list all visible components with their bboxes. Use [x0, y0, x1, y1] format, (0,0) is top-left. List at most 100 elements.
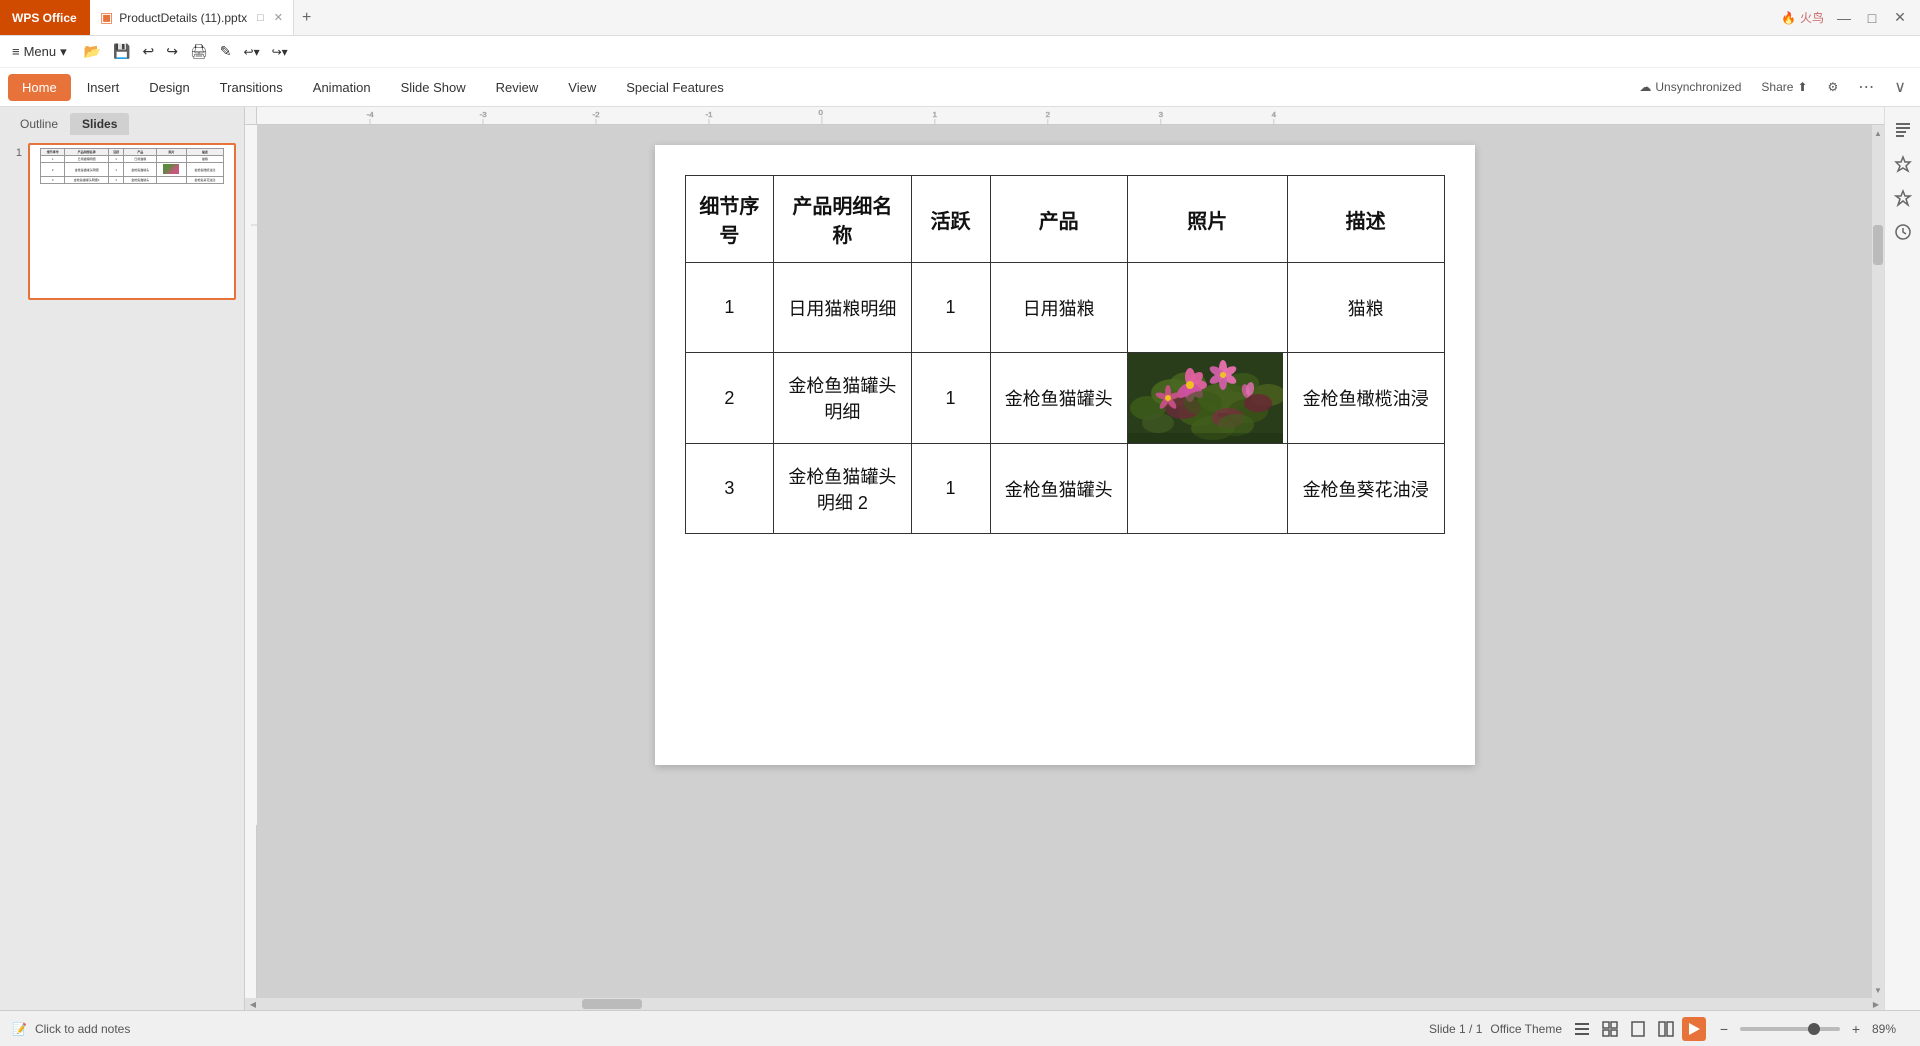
properties-icon	[1894, 121, 1912, 139]
slide-canvas: 细节序号 产品明细名称 活跃 产品 照片 描述 1	[655, 145, 1475, 765]
cell-id-3: 3	[685, 444, 774, 534]
horizontal-scrollbar[interactable]: ◀ ▶	[245, 998, 1884, 1010]
outline-tab[interactable]: Outline	[8, 113, 70, 135]
tab-animation[interactable]: Animation	[299, 74, 385, 101]
table-row: 2 金枪鱼猫罐头明细 1 金枪鱼猫罐头	[685, 353, 1444, 444]
unsync-label: Unsynchronized	[1655, 80, 1741, 94]
ppt-icon: ▣	[100, 9, 113, 26]
svg-text:-4: -4	[367, 110, 374, 118]
view-reading-button[interactable]	[1654, 1017, 1678, 1041]
view-present-button[interactable]	[1682, 1017, 1706, 1041]
titlebar: WPS Office ▣ ProductDetails (11).pptx □ …	[0, 0, 1920, 36]
svg-text:-1: -1	[706, 110, 713, 118]
scroll-thumb[interactable]	[1873, 225, 1883, 265]
menu-toggle[interactable]: ≡ Menu ▾	[4, 40, 75, 64]
slide-item-1[interactable]: 1 细节序号产品明细名称活跃产品照片描述 1日用猫粮明细1日用猫粮猫粮	[8, 143, 236, 300]
header-name: 产品明细名称	[774, 176, 911, 263]
cell-desc-1: 猫粮	[1287, 263, 1444, 353]
scroll-down-button[interactable]: ▼	[1872, 982, 1884, 998]
notes-area[interactable]: 📝 Click to add notes	[12, 1022, 1421, 1036]
zoom-plus-button[interactable]: +	[1846, 1019, 1866, 1039]
undo-button[interactable]: ↩	[138, 39, 160, 64]
wps-office-button[interactable]: WPS Office	[0, 0, 90, 35]
notes-icon: 📝	[12, 1022, 27, 1036]
ruler-corner	[245, 107, 257, 124]
svg-text:2: 2	[1046, 110, 1050, 118]
tab-close-icon[interactable]: □	[257, 12, 264, 24]
tab-special[interactable]: Special Features	[612, 74, 738, 101]
scroll-up-button[interactable]: ▲	[1872, 125, 1884, 141]
h-scroll-thumb[interactable]	[582, 999, 642, 1009]
tab-close-button[interactable]: ✕	[274, 11, 283, 24]
zoom-minus-button[interactable]: −	[1714, 1019, 1734, 1039]
cell-name-1: 日用猫粮明细	[774, 263, 911, 353]
zoom-slider[interactable]	[1740, 1027, 1840, 1031]
vertical-scrollbar[interactable]: ▲ ▼	[1872, 125, 1884, 998]
tab-transitions[interactable]: Transitions	[206, 74, 297, 101]
settings-button[interactable]: ⚙	[1822, 77, 1845, 97]
cell-active-2: 1	[911, 353, 990, 444]
new-tab-button[interactable]: +	[294, 9, 319, 27]
star-icon	[1894, 189, 1912, 207]
open-button[interactable]: 📂	[79, 39, 106, 64]
cell-active-3: 1	[911, 444, 990, 534]
cell-photo-3	[1127, 444, 1287, 534]
tab-insert[interactable]: Insert	[73, 74, 134, 101]
tab-slideshow[interactable]: Slide Show	[387, 74, 480, 101]
save-button[interactable]: 💾	[108, 39, 135, 64]
maximize-button[interactable]: □	[1860, 6, 1884, 30]
svg-text:3: 3	[1159, 110, 1163, 118]
file-name: ProductDetails (11).pptx	[119, 11, 247, 25]
scroll-right-button[interactable]: ▶	[1868, 998, 1884, 1010]
view-list-button[interactable]	[1570, 1017, 1594, 1041]
redo-button[interactable]: ↪	[161, 39, 183, 64]
ruler-horizontal: -4 -3 -2 -1 0 1 2 3 4	[245, 107, 1884, 125]
flame-label: 火鸟	[1800, 9, 1824, 26]
unsync-button[interactable]: ☁ Unsynchronized	[1633, 77, 1747, 97]
expand-button[interactable]: ∨	[1888, 75, 1912, 99]
right-panel-icon-3[interactable]	[1888, 183, 1918, 213]
ribbon-tabs: Home Insert Design Transitions Animation…	[0, 68, 1920, 106]
slide-info: Slide 1 / 1	[1429, 1022, 1482, 1036]
slides-tab[interactable]: Slides	[70, 113, 129, 135]
tab-home[interactable]: Home	[8, 74, 71, 101]
file-tab[interactable]: ▣ ProductDetails (11).pptx □ ✕	[90, 0, 294, 35]
tab-review[interactable]: Review	[482, 74, 553, 101]
scroll-track[interactable]	[1872, 141, 1884, 982]
scroll-left-button[interactable]: ◀	[245, 998, 261, 1010]
view-single-button[interactable]	[1626, 1017, 1650, 1041]
theme-label: Office Theme	[1490, 1022, 1562, 1036]
slide-canvas-container[interactable]: 细节序号 产品明细名称 活跃 产品 照片 描述 1	[257, 125, 1872, 998]
menu-label: Menu	[24, 44, 57, 59]
slide-panel: 1 细节序号产品明细名称活跃产品照片描述 1日用猫粮明细1日用猫粮猫粮	[0, 135, 244, 1010]
more-button[interactable]: ⋯	[1852, 75, 1880, 99]
tab-design[interactable]: Design	[135, 74, 203, 101]
header-product: 产品	[990, 176, 1127, 263]
menu-icon: ≡	[12, 44, 20, 59]
zoom-level: 89%	[1872, 1022, 1908, 1036]
product-table: 细节序号 产品明细名称 活跃 产品 照片 描述 1	[685, 175, 1445, 534]
view-grid-button[interactable]	[1598, 1017, 1622, 1041]
history-icon	[1894, 223, 1912, 241]
redo2-button[interactable]: ↪▾	[267, 39, 293, 64]
cell-product-2: 金枪鱼猫罐头	[990, 353, 1127, 444]
format-button[interactable]: ✎	[215, 39, 237, 64]
sidebar: « Outline Slides 1 细节序号产品明细名称活跃产品照片描述	[0, 107, 245, 1010]
zoom-slider-thumb[interactable]	[1808, 1023, 1820, 1035]
minimize-button[interactable]: —	[1832, 6, 1856, 30]
main-area: « Outline Slides 1 细节序号产品明细名称活跃产品照片描述	[0, 107, 1920, 1010]
share-button[interactable]: Share ⬆	[1755, 77, 1813, 97]
close-button[interactable]: ✕	[1888, 6, 1912, 30]
slide-thumbnail[interactable]: 细节序号产品明细名称活跃产品照片描述 1日用猫粮明细1日用猫粮猫粮 2金枪鱼猫罐…	[28, 143, 236, 300]
print-button[interactable]: 🖨	[185, 39, 213, 64]
right-panel-icon-4[interactable]	[1888, 217, 1918, 247]
right-panel-icon-1[interactable]	[1888, 115, 1918, 145]
tab-view[interactable]: View	[554, 74, 610, 101]
undo2-button[interactable]: ↩▾	[239, 39, 265, 64]
cell-name-3: 金枪鱼猫罐头明细 2	[774, 444, 911, 534]
right-panel-icon-2[interactable]	[1888, 149, 1918, 179]
gear-icon: ⚙	[1828, 80, 1839, 94]
header-desc: 描述	[1287, 176, 1444, 263]
table-row: 3 金枪鱼猫罐头明细 2 1 金枪鱼猫罐头 金枪鱼葵花油浸	[685, 444, 1444, 534]
product-photo	[1128, 353, 1283, 443]
